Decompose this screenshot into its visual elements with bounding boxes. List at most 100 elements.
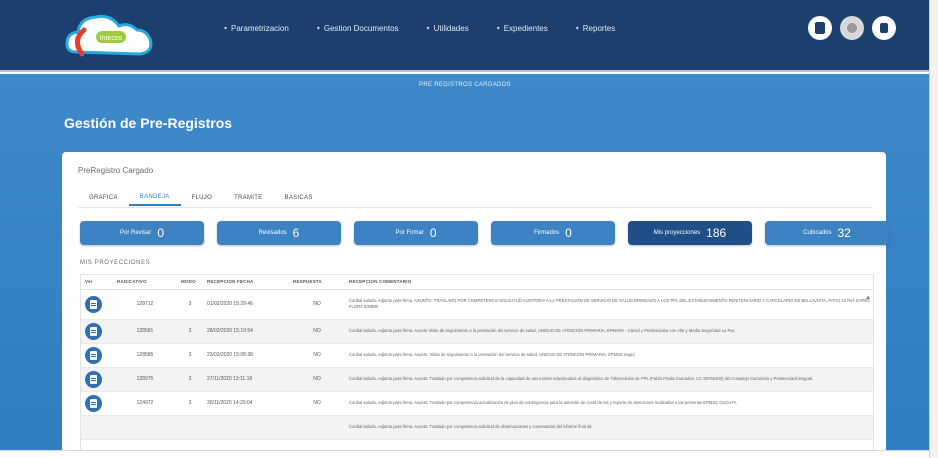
- cell-fecha: 30/11/2020 14:20:04: [203, 391, 289, 416]
- table-row[interactable]: 128585 3 23/03/2020 15:08:38 NO Cordial …: [81, 343, 873, 368]
- cell-radicado: 128712: [113, 289, 177, 320]
- cell-comentario: Cordial saludo, Adjunto para firma. Asun…: [345, 343, 873, 368]
- cell-fecha: 01/02/2020 15:29:46: [203, 289, 289, 320]
- card-title: PreRegistro Cargado: [78, 166, 154, 175]
- top-navigation-bar: Intecos ▾ Parametrizacion ▾ Gestion Docume…: [0, 0, 929, 72]
- counter-value: 0: [429, 226, 437, 240]
- table-row[interactable]: 124972 3 30/11/2020 14:20:04 NO Cordial …: [81, 391, 873, 416]
- tab-bandeja[interactable]: BANDEJA: [128, 190, 181, 206]
- chevron-down-icon: ▾: [496, 26, 500, 32]
- preregistro-card: PreRegistro Cargado GRAFICA BANDEJA FLUJ…: [62, 152, 889, 458]
- intecos-logo[interactable]: Intecos: [62, 8, 158, 66]
- cell-modo: 3: [177, 391, 203, 416]
- menu-item-label: Parametrizacion: [231, 24, 289, 33]
- cell-comentario: Cordial saludo, Adjunto para firma. Asun…: [345, 415, 873, 440]
- cell-respuesta: NO: [289, 343, 345, 368]
- table-row[interactable]: 128712 3 01/02/2020 15:29:46 NO Cordial …: [81, 289, 873, 320]
- cell-modo: 3: [177, 289, 203, 320]
- column-header: RADICATIVO: [113, 275, 177, 290]
- tab-basicas[interactable]: BASICAS: [274, 190, 324, 206]
- menu-item-parametrizacion[interactable]: ▾ Parametrizacion: [210, 24, 303, 33]
- counter-mis-proyecciones[interactable]: Mis proyecciones 186: [628, 221, 752, 245]
- section-label: MIS PROYECCIONES: [80, 260, 151, 266]
- table-row[interactable]: 128581 3 28/02/2020 15:19:54 NO Cordial …: [81, 319, 873, 344]
- view-document-icon[interactable]: [85, 295, 102, 313]
- logout-icon[interactable]: [872, 16, 896, 40]
- proyecciones-table: ▲ Ver RADICATIVO MODO RECEPCION FECHA RE…: [80, 274, 874, 458]
- cell-modo: [177, 415, 203, 440]
- column-header: RESPUESTA: [289, 275, 345, 290]
- counter-label: Por Firmar: [395, 230, 424, 236]
- cell-comentario: Cordial saludo, Adjunto para firma. ASUN…: [345, 289, 873, 320]
- counter-cubicados[interactable]: Cubicados 32: [765, 221, 889, 245]
- counter-label: Mis proyecciones: [653, 230, 701, 236]
- cell-respuesta: NO: [289, 319, 345, 344]
- counter-value: 186: [706, 226, 727, 240]
- cell-modo: 3: [177, 343, 203, 368]
- counter-label: Por Revisar: [119, 230, 152, 236]
- tab-divider: [78, 207, 872, 208]
- column-header: RECEPCION COMENTARIO: [345, 275, 873, 290]
- page-title: Gestión de Pre-Registros: [64, 115, 233, 131]
- horizontal-scrollbar[interactable]: [0, 450, 929, 458]
- table-row[interactable]: Cordial saludo, Adjunto para firma. Asun…: [81, 415, 873, 440]
- cell-fecha: 28/02/2020 15:19:54: [203, 319, 289, 344]
- view-document-icon[interactable]: [85, 370, 102, 388]
- counter-revisados[interactable]: Revisados 6: [217, 221, 341, 245]
- cell-radicado: [113, 415, 177, 440]
- counter-label: Revisados: [258, 230, 287, 236]
- menu-item-label: Gestion Documentos: [323, 24, 399, 33]
- cell-radicado: 128581: [113, 319, 177, 344]
- column-header: Ver: [81, 275, 113, 290]
- counter-value: 0: [157, 226, 165, 240]
- cell-respuesta: NO: [289, 391, 345, 416]
- counter-por-firmar[interactable]: Por Firmar 0: [354, 221, 478, 245]
- menu-item-label: Expedientes: [503, 24, 548, 33]
- cell-radicado: 128585: [113, 343, 177, 368]
- cell-comentario: Cordial saludo, Adjunto para firma. Asun…: [345, 367, 873, 392]
- counter-label: Firmados: [534, 230, 560, 236]
- cell-modo: 3: [177, 367, 203, 392]
- page-content: PRE REGISTROS CARGADOS Gestión de Pre-Re…: [0, 74, 929, 458]
- cell-modo: 3: [177, 319, 203, 344]
- vertical-scrollbar[interactable]: [930, 0, 938, 458]
- tab-grafica[interactable]: GRAFICA: [78, 190, 129, 206]
- view-document-icon[interactable]: [85, 394, 102, 412]
- menu-item-utilidades[interactable]: ▾ Utilidades: [413, 24, 483, 33]
- tab-tramite[interactable]: TRAMITE: [223, 190, 273, 206]
- menu-item-reportes[interactable]: ▾ Reportes: [562, 24, 629, 33]
- tab-flujo[interactable]: FLUJO: [181, 190, 224, 206]
- main-menu: ▾ Parametrizacion ▾ Gestion Documentos ▾ Ut…: [210, 24, 629, 33]
- cell-fecha: 27/11/2020 13:11:18: [203, 367, 289, 392]
- cell-radicado: 128975: [113, 367, 177, 392]
- menu-item-label: Reportes: [582, 24, 616, 33]
- cell-comentario: Cordial saludo, Adjunto para firma. Asun…: [345, 391, 873, 416]
- cell-fecha: [203, 415, 289, 440]
- menu-item-expedientes[interactable]: ▾ Expedientes: [483, 24, 562, 33]
- document-icon[interactable]: [808, 16, 832, 40]
- user-avatar-icon[interactable]: [840, 16, 864, 40]
- menu-item-label: Utilidades: [433, 24, 469, 33]
- view-document-icon[interactable]: [85, 346, 102, 364]
- counter-value: 0: [565, 226, 572, 240]
- cell-respuesta: NO: [289, 289, 345, 320]
- logo-text: Intecos: [100, 35, 123, 42]
- cell-radicado: 124972: [113, 391, 177, 416]
- cell-comentario: Cordial saludo, Adjunto para firma. Asun…: [345, 319, 873, 344]
- header-actions: [808, 16, 896, 40]
- view-document-icon[interactable]: [85, 322, 102, 340]
- cell-respuesta: [289, 415, 345, 440]
- chevron-down-icon: ▾: [575, 26, 579, 32]
- chevron-down-icon: ▾: [316, 26, 320, 32]
- menu-item-gestion-documentos[interactable]: ▾ Gestion Documentos: [303, 24, 413, 33]
- table-header-row: Ver RADICATIVO MODO RECEPCION FECHA RESP…: [81, 275, 873, 290]
- counter-value: 32: [837, 226, 851, 240]
- app-frame: Intecos ▾ Parametrizacion ▾ Gestion Docume…: [0, 0, 930, 458]
- counter-firmados[interactable]: Firmados 0: [491, 221, 615, 245]
- counter-por-revisar[interactable]: Por Revisar 0: [80, 221, 204, 245]
- table-row[interactable]: 128975 3 27/11/2020 13:11:18 NO Cordial …: [81, 367, 873, 392]
- counter-value: 6: [292, 226, 300, 240]
- chevron-down-icon: ▾: [426, 26, 430, 32]
- scroll-up-icon[interactable]: ▲: [865, 295, 871, 301]
- counter-label: Cubicados: [803, 230, 832, 236]
